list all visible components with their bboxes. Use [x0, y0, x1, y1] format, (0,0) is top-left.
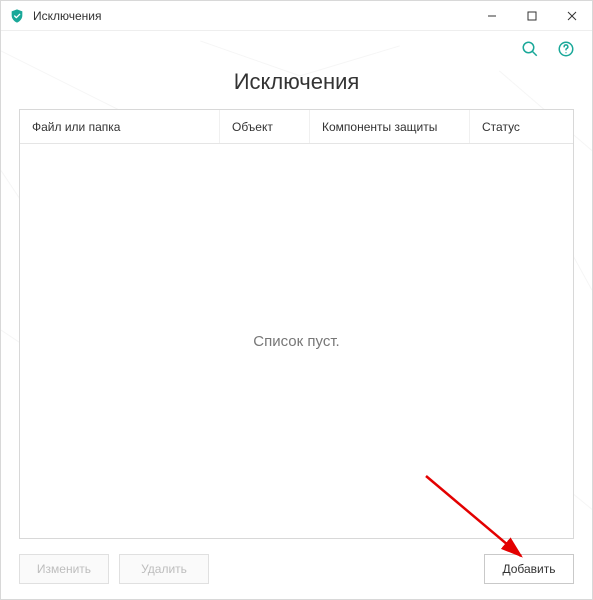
minimize-button[interactable] [472, 1, 512, 31]
maximize-button[interactable] [512, 1, 552, 31]
column-protection-components[interactable]: Компоненты защиты [310, 110, 470, 143]
column-status[interactable]: Статус [470, 110, 540, 143]
page-title: Исключения [1, 69, 592, 95]
edit-button[interactable]: Изменить [19, 554, 109, 584]
table-body: Список пуст. [20, 144, 573, 538]
search-icon[interactable] [520, 39, 540, 59]
window-title: Исключения [33, 9, 102, 23]
titlebar: Исключения [1, 1, 592, 31]
shield-icon [9, 8, 25, 24]
column-file-or-folder[interactable]: Файл или папка [20, 110, 220, 143]
column-spacer [540, 110, 573, 143]
app-window: Исключения [0, 0, 593, 600]
close-button[interactable] [552, 1, 592, 31]
column-object[interactable]: Объект [220, 110, 310, 143]
empty-list-message: Список пуст. [253, 333, 339, 350]
add-button[interactable]: Добавить [484, 554, 574, 584]
table-header-row: Файл или папка Объект Компоненты защиты … [20, 110, 573, 144]
footer-buttons: Изменить Удалить Добавить [1, 539, 592, 599]
window-controls [472, 1, 592, 31]
exclusions-table: Файл или папка Объект Компоненты защиты … [19, 109, 574, 539]
toolbar [1, 31, 592, 67]
delete-button[interactable]: Удалить [119, 554, 209, 584]
help-icon[interactable] [556, 39, 576, 59]
